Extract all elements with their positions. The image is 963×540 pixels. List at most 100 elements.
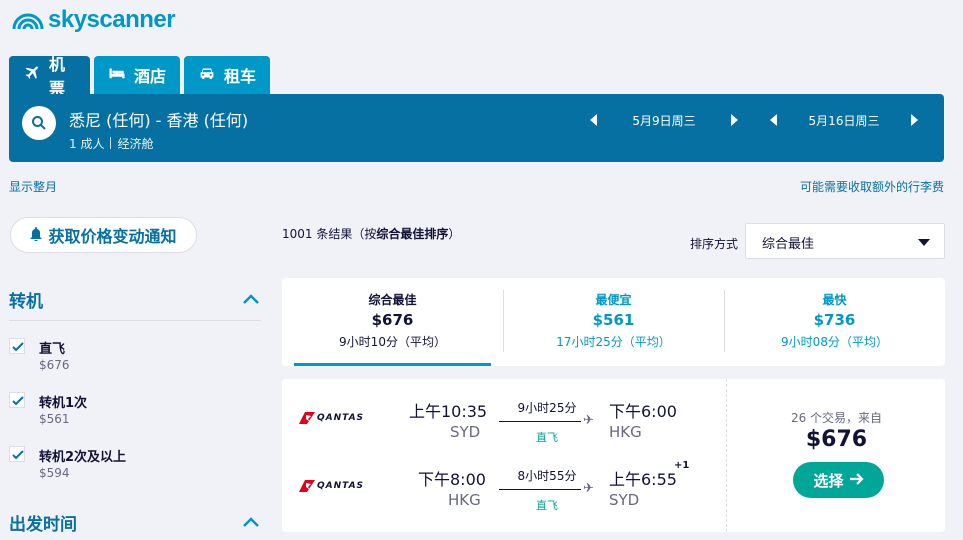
depart-time: 下午8:00 <box>418 470 486 489</box>
prev-depart-date-icon[interactable] <box>584 110 604 130</box>
return-date-picker: 5月16日周三 <box>764 110 924 130</box>
sort-select[interactable]: 综合最佳 <box>745 223 945 259</box>
plane-icon <box>23 64 41 86</box>
flight-duration: 9小时25分 <box>517 401 577 415</box>
sort-tab-fastest[interactable]: 最快 $736 9小时08分（平均） <box>724 278 945 366</box>
two-plus-stops-checkbox[interactable] <box>9 446 25 462</box>
kangaroo-icon <box>299 480 315 492</box>
car-icon <box>198 64 216 86</box>
depart-airport: HKG <box>448 491 481 509</box>
baggage-fees-link[interactable]: 可能需要收取额外的行李费 <box>800 178 944 195</box>
itinerary-card[interactable]: QANTAS 上午10:35 SYD 9小时25分 ✈ 直飞 下午6:00 HK… <box>282 379 945 532</box>
arrive-time: 上午6:55 <box>609 470 677 489</box>
flight-duration: 8小时55分 <box>517 469 577 483</box>
bell-icon <box>30 226 43 245</box>
airline-name: QANTAS <box>317 481 365 491</box>
checkmark-icon <box>12 450 24 460</box>
chevron-down-icon <box>918 239 930 246</box>
stops-text: 直飞 <box>536 499 558 512</box>
plane-icon: ✈ <box>583 481 594 496</box>
tab-hotels[interactable]: 酒店 <box>94 56 181 94</box>
arrive-time: 下午6:00 <box>609 402 677 421</box>
route-text: 悉尼 (任何) - 香港 (任何) <box>69 111 249 130</box>
deals-count: 26 个交易，来自 <box>790 411 883 425</box>
arrow-right-icon <box>849 471 864 489</box>
stops-text: 直飞 <box>536 431 558 444</box>
search-summary-bar[interactable]: 悉尼 (任何) - 香港 (任何) 1 成人 经济舱 5月9日周三 5月16日周… <box>9 94 944 162</box>
airline-name: QANTAS <box>317 413 365 423</box>
sort-tab-title: 综合最佳 <box>368 293 417 307</box>
depart-date-picker: 5月9日周三 <box>584 110 744 130</box>
card-divider <box>726 379 727 532</box>
tab-car-hire[interactable]: 租车 <box>184 56 271 94</box>
direct-checkbox[interactable] <box>9 338 25 354</box>
sort-label: 排序方式 <box>690 237 739 251</box>
checkmark-icon <box>12 396 24 406</box>
return-date[interactable]: 5月16日周三 <box>784 112 904 129</box>
outbound-leg: QANTAS 上午10:35 SYD 9小时25分 ✈ 直飞 下午6:00 HK… <box>282 397 722 457</box>
sort-tab-price: $676 <box>371 311 414 329</box>
next-return-date-icon[interactable] <box>904 110 924 130</box>
sort-tab-duration: 9小时10分（平均） <box>339 335 446 349</box>
divider <box>110 137 112 149</box>
stops-filter-header[interactable]: 转机 <box>9 287 261 321</box>
sort-tab-best[interactable]: 综合最佳 $676 9小时10分（平均） <box>282 278 503 366</box>
arrive-airport: HKG <box>609 423 642 441</box>
depart-airport: SYD <box>450 423 481 441</box>
bed-icon <box>108 64 126 86</box>
depart-time: 上午10:35 <box>409 402 488 421</box>
filter-option-price: $561 <box>39 412 70 426</box>
sort-tab-price: $561 <box>592 311 635 329</box>
sort-tabs: 综合最佳 $676 9小时10分（平均） 最便宜 $561 17小时25分（平均… <box>282 278 945 366</box>
skyscanner-logo[interactable]: skyscanner <box>10 5 176 35</box>
itinerary-price: $676 <box>805 427 868 452</box>
cabin-class: 经济舱 <box>117 137 154 151</box>
filter-option-price: $676 <box>39 358 70 372</box>
flight-line <box>499 421 581 422</box>
plane-icon: ✈ <box>583 413 594 428</box>
sort-tab-title: 最便宜 <box>595 293 632 307</box>
price-alert-label: 获取价格变动通知 <box>48 227 177 246</box>
flight-line <box>499 489 581 490</box>
sort-tab-duration: 9小时08分（平均） <box>781 335 888 349</box>
return-leg: QANTAS 下午8:00 HKG 8小时55分 ✈ 直飞 上午6:55 +1 … <box>282 460 722 525</box>
passenger-info: 1 成人 经济舱 <box>69 135 153 152</box>
filter-option-label: 直飞 <box>39 342 66 357</box>
airline-logo: QANTAS <box>299 412 364 424</box>
show-month-link[interactable]: 显示整月 <box>9 178 57 195</box>
stops-filter-title: 转机 <box>9 292 43 312</box>
kangaroo-icon <box>299 412 315 424</box>
sort-tab-duration: 17小时25分（平均） <box>556 335 671 349</box>
results-count: 1001 条结果（按综合最佳排序） <box>282 225 460 242</box>
tab-flights[interactable]: 机票 <box>9 55 90 98</box>
filter-option-price: $594 <box>39 466 70 480</box>
select-label: 选择 <box>813 471 844 490</box>
vertical-tabs: 机票 酒店 租车 <box>9 55 271 98</box>
airline-logo: QANTAS <box>299 480 364 492</box>
day-offset: +1 <box>674 460 690 471</box>
prev-return-date-icon[interactable] <box>764 110 784 130</box>
price-alert-button[interactable]: 获取价格变动通知 <box>10 217 197 253</box>
depart-time-filter-header[interactable]: 出发时间 <box>9 510 261 540</box>
sort-tab-title: 最快 <box>822 293 847 307</box>
results-count-suffix: ） <box>448 227 461 241</box>
arrive-airport: SYD <box>609 491 640 509</box>
depart-time-filter-title: 出发时间 <box>9 515 77 535</box>
tab-label: 租车 <box>224 67 257 86</box>
depart-date[interactable]: 5月9日周三 <box>604 112 724 129</box>
sort-selected-value: 综合最佳 <box>762 237 815 252</box>
brand-name: skyscanner <box>48 6 176 33</box>
next-depart-date-icon[interactable] <box>724 110 744 130</box>
select-button[interactable]: 选择 <box>793 462 884 498</box>
sort-tab-price: $736 <box>813 311 856 329</box>
results-count-prefix: 1001 条结果（按 <box>282 227 377 241</box>
chevron-up-icon[interactable] <box>243 512 259 532</box>
results-count-sort: 综合最佳排序 <box>376 227 449 241</box>
checkmark-icon <box>12 342 24 352</box>
chevron-up-icon[interactable] <box>243 289 259 309</box>
one-stop-checkbox[interactable] <box>9 392 25 408</box>
filter-option-label: 转机1次 <box>39 396 88 411</box>
tab-label: 酒店 <box>134 67 167 86</box>
search-icon[interactable] <box>22 106 56 140</box>
sort-tab-cheapest[interactable]: 最便宜 $561 17小时25分（平均） <box>503 278 724 366</box>
